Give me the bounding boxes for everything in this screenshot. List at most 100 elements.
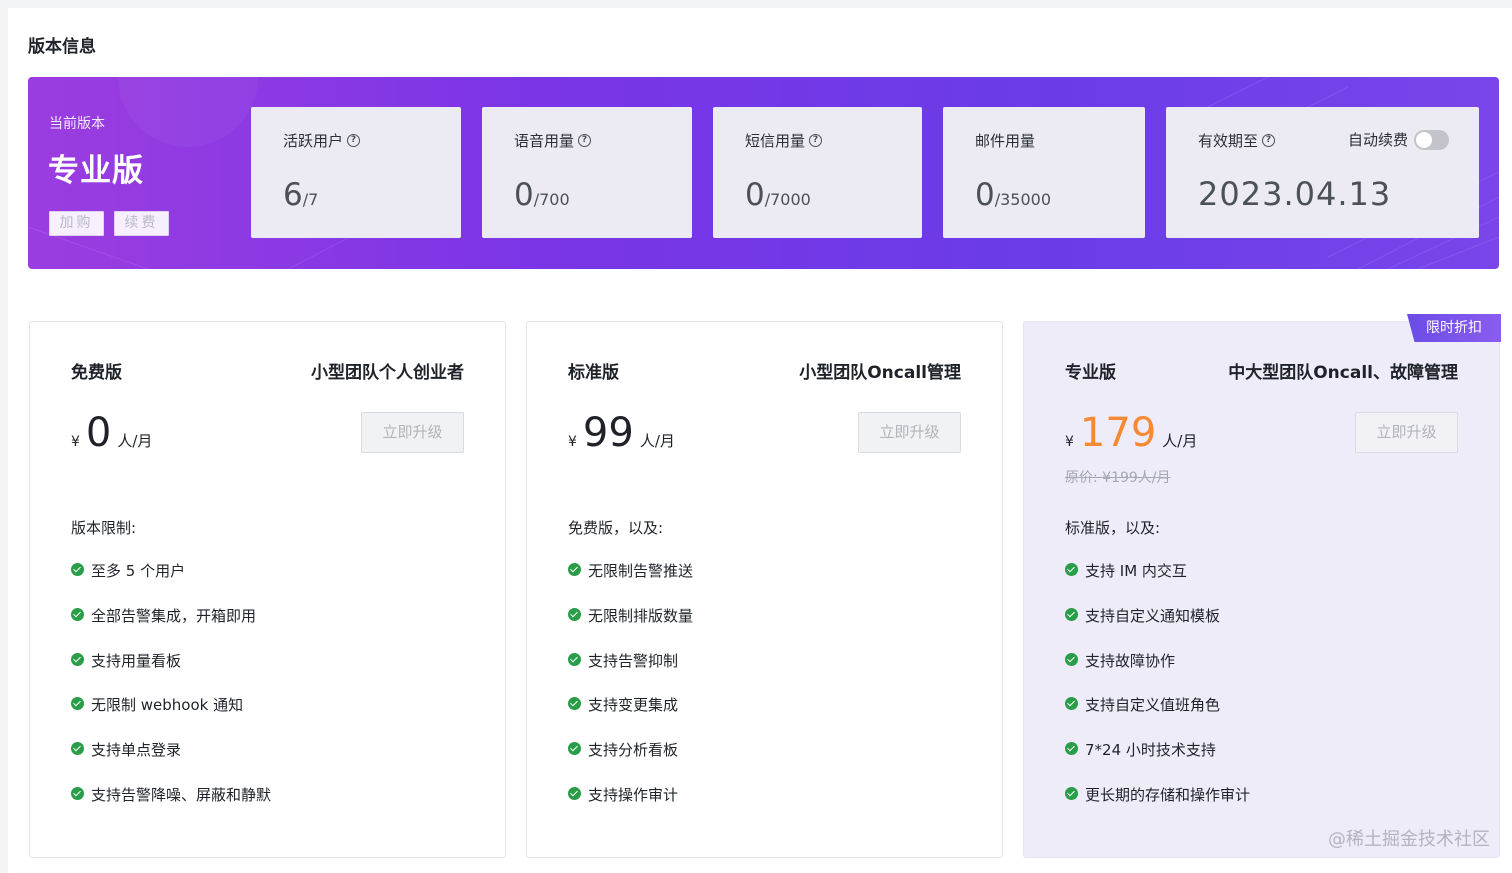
help-circle-icon[interactable]: ? (347, 134, 361, 147)
list-item: 支持分析看板 (568, 739, 693, 784)
list-item: 更长期的存储和操作审计 (1065, 784, 1250, 829)
renew-button[interactable]: 续费 (114, 211, 169, 236)
upgrade-button[interactable]: 立即升级 (361, 412, 464, 453)
feature-text: 支持自定义值班角色 (1085, 696, 1221, 715)
feature-text: 支持用量看板 (91, 651, 182, 670)
price-unit: 人/月 (117, 432, 153, 450)
help-circle-icon[interactable]: ? (809, 134, 823, 147)
expiry-label: 有效期至 (1198, 132, 1259, 150)
plan-name: 标准版 (568, 363, 619, 383)
list-item: 无限制 webhook 通知 (71, 694, 271, 739)
check-circle-icon (71, 563, 84, 576)
list-item: 支持用量看板 (71, 650, 271, 695)
original-price: 原价: ¥199人/月 (1065, 470, 1171, 486)
check-circle-icon (71, 697, 84, 711)
help-circle-icon[interactable]: ? (578, 134, 592, 147)
list-item: 支持变更集成 (568, 694, 693, 739)
auto-renew-toggle[interactable] (1414, 129, 1449, 150)
list-item: 支持告警降噪、屏蔽和静默 (71, 784, 271, 829)
price-value: 179 (1079, 410, 1157, 456)
list-item: 支持自定义值班角色 (1065, 694, 1250, 739)
section-title: 版本信息 (28, 37, 96, 57)
buy-more-button[interactable]: 加购 (49, 211, 104, 236)
list-item: 无限制告警推送 (568, 560, 693, 605)
currency-symbol: ¥ (71, 434, 80, 450)
stat-label: 语音用量 (514, 132, 575, 150)
list-item: 支持告警抑制 (568, 650, 693, 695)
stat-label: 邮件用量 (975, 132, 1036, 150)
check-circle-icon (71, 652, 84, 666)
plan-name: 专业版 (1065, 363, 1116, 383)
feature-text: 无限制 webhook 通知 (91, 696, 244, 715)
current-version-name: 专业版 (48, 153, 144, 189)
list-item: 至多 5 个用户 (71, 560, 271, 605)
feature-text: 支持分析看板 (588, 741, 679, 760)
feature-text: 至多 5 个用户 (91, 562, 186, 580)
feature-text: 支持自定义通知模板 (1085, 606, 1221, 625)
list-item: 支持故障协作 (1065, 650, 1250, 695)
version-info-page: 版本信息 当前版本 专业版 加购 续费 活跃用户? 6/7 语音用量? 0/70… (8, 8, 1512, 873)
expiry-date: 2023.04.13 (1198, 175, 1392, 213)
price-unit: 人/月 (1162, 432, 1198, 450)
plan-name: 免费版 (71, 363, 122, 383)
plan-tagline: 小型团队个人创业者 (311, 363, 464, 383)
stat-total: /7 (302, 190, 319, 209)
feature-text: 无限制排版数量 (588, 606, 694, 625)
check-circle-icon (568, 652, 581, 666)
list-item: 7*24 小时技术支持 (1065, 739, 1250, 784)
feature-text: 支持变更集成 (588, 696, 679, 715)
check-circle-icon (1065, 607, 1078, 621)
list-item: 支持单点登录 (71, 739, 271, 784)
feature-list: 支持 IM 内交互 支持自定义通知模板 支持故障协作 支持自定义值班角色 7*2… (1065, 560, 1250, 829)
feature-text: 无限制告警推送 (588, 562, 694, 580)
check-circle-icon (1065, 563, 1078, 576)
check-circle-icon (568, 697, 581, 711)
check-circle-icon (1065, 786, 1078, 800)
stat-total: /35000 (994, 190, 1052, 209)
stat-label: 短信用量 (745, 132, 806, 150)
plan-price: ¥ 0 人/月 (71, 410, 152, 456)
check-circle-icon (71, 607, 84, 621)
stat-sms-usage: 短信用量? 0/7000 (713, 107, 922, 238)
plan-tagline: 小型团队Oncall管理 (799, 363, 961, 383)
plan-card-free: 免费版 小型团队个人创业者 ¥ 0 人/月 立即升级 版本限制: 至多 5 个用… (29, 321, 506, 858)
stat-value: 0 (514, 177, 534, 213)
check-circle-icon (71, 742, 84, 756)
plan-price: ¥ 179 人/月 (1065, 410, 1197, 456)
stat-label: 活跃用户 (283, 132, 344, 150)
check-circle-icon (568, 742, 581, 756)
stat-total: /700 (533, 190, 570, 209)
current-version-label: 当前版本 (49, 116, 105, 132)
price-value: 0 (85, 410, 112, 456)
plan-tagline: 中大型团队Oncall、故障管理 (1228, 363, 1458, 383)
feature-list: 至多 5 个用户 全部告警集成，开箱即用 支持用量看板 无限制 webhook … (71, 560, 271, 829)
list-item: 全部告警集成，开箱即用 (71, 605, 271, 650)
stat-email-usage: 邮件用量 0/35000 (943, 107, 1145, 238)
check-circle-icon (568, 786, 581, 800)
discount-ribbon: 限时折扣 (1407, 314, 1501, 342)
features-heading: 免费版，以及: (568, 519, 664, 537)
feature-text: 支持告警降噪、屏蔽和静默 (91, 785, 272, 804)
auto-renew-label: 自动续费 (1347, 131, 1408, 149)
list-item: 无限制排版数量 (568, 605, 693, 650)
price-unit: 人/月 (639, 432, 675, 450)
stat-total: /7000 (764, 190, 811, 209)
price-value: 99 (582, 410, 634, 456)
current-plan-banner: 当前版本 专业版 加购 续费 活跃用户? 6/7 语音用量? 0/700 短信用… (28, 77, 1499, 269)
stat-active-users: 活跃用户? 6/7 (251, 107, 461, 238)
stat-value: 6 (283, 177, 303, 213)
check-circle-icon (1065, 742, 1078, 756)
feature-text: 更长期的存储和操作审计 (1085, 785, 1251, 804)
upgrade-button[interactable]: 立即升级 (1355, 412, 1458, 453)
plan-price: ¥ 99 人/月 (568, 410, 675, 456)
features-heading: 版本限制: (71, 519, 137, 537)
upgrade-button[interactable]: 立即升级 (858, 412, 961, 453)
list-item: 支持操作审计 (568, 784, 693, 829)
list-item: 支持 IM 内交互 (1065, 560, 1250, 605)
feature-text: 支持操作审计 (588, 785, 679, 804)
help-circle-icon[interactable]: ? (1262, 134, 1276, 147)
check-circle-icon (1065, 652, 1078, 666)
feature-text: 7*24 小时技术支持 (1085, 741, 1216, 760)
feature-text: 全部告警集成，开箱即用 (91, 606, 257, 625)
check-circle-icon (1065, 697, 1078, 711)
